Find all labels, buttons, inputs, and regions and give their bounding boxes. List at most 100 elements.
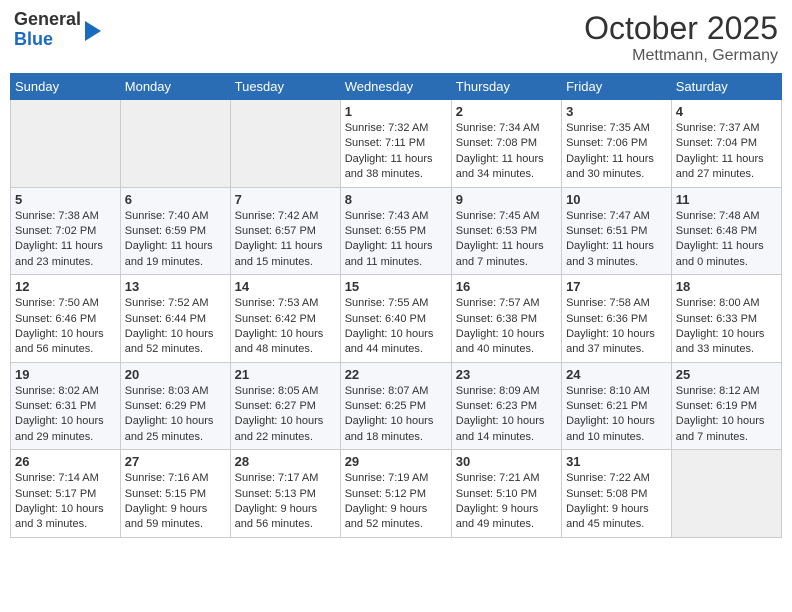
day-number: 8 <box>345 192 447 207</box>
calendar-cell: 1Sunrise: 7:32 AM Sunset: 7:11 PM Daylig… <box>340 100 451 188</box>
header-saturday: Saturday <box>671 74 781 100</box>
day-number: 15 <box>345 279 447 294</box>
calendar-table: SundayMondayTuesdayWednesdayThursdayFrid… <box>10 73 782 538</box>
calendar-cell: 11 Sunrise: 7:48 AM Sunset: 6:48 PM Dayli… <box>671 187 781 275</box>
header-thursday: Thursday <box>451 74 561 100</box>
day-info: Sunrise: 8:00 AM Sunset: 6:33 PM Dayligh… <box>676 296 777 358</box>
calendar-cell: 5Sunrise: 7:38 AM Sunset: 7:02 PM Daylig… <box>11 187 121 275</box>
calendar-week-row: 26 Sunrise: 7:14 AM Sunset: 5:17 PM Dayli… <box>11 450 782 538</box>
day-number: 17 <box>566 279 667 294</box>
day-number: 13 <box>125 279 226 294</box>
day-number: 24 <box>566 367 667 382</box>
day-info: Sunrise: 8:02 AM Sunset: 6:31 PM Dayligh… <box>15 384 116 446</box>
logo-general: General <box>14 9 81 29</box>
day-info: Sunrise: 7:58 AM Sunset: 6:36 PM Dayligh… <box>566 296 667 358</box>
calendar-cell <box>671 450 781 538</box>
day-info: Sunrise: 7:48 AM Sunset: 6:48 PM Dayligh… <box>676 209 777 271</box>
calendar-week-row: 19 Sunrise: 8:02 AM Sunset: 6:31 PM Dayli… <box>11 362 782 450</box>
calendar-cell: 9 Sunrise: 7:45 AM Sunset: 6:53 PM Daylig… <box>451 187 561 275</box>
day-number: 19 <box>15 367 116 382</box>
calendar-cell: 15 Sunrise: 7:55 AM Sunset: 6:40 PM Dayli… <box>340 275 451 363</box>
logo-blue: Blue <box>14 29 53 49</box>
day-number: 20 <box>125 367 226 382</box>
calendar-week-row: 1Sunrise: 7:32 AM Sunset: 7:11 PM Daylig… <box>11 100 782 188</box>
calendar-cell: 2 Sunrise: 7:34 AM Sunset: 7:08 PM Daylig… <box>451 100 561 188</box>
calendar-cell: 14 Sunrise: 7:53 AM Sunset: 6:42 PM Dayli… <box>230 275 340 363</box>
logo: General Blue <box>14 10 101 50</box>
title-block: October 2025 Mettmann, Germany <box>584 10 778 65</box>
calendar-cell: 18 Sunrise: 8:00 AM Sunset: 6:33 PM Dayli… <box>671 275 781 363</box>
calendar-cell: 12 Sunrise: 7:50 AM Sunset: 6:46 PM Dayli… <box>11 275 121 363</box>
calendar-header-row: SundayMondayTuesdayWednesdayThursdayFrid… <box>11 74 782 100</box>
day-info: Sunrise: 7:19 AM Sunset: 5:12 PM Dayligh… <box>345 471 447 533</box>
day-number: 12 <box>15 279 116 294</box>
calendar-cell: 25Sunrise: 8:12 AM Sunset: 6:19 PM Dayli… <box>671 362 781 450</box>
day-number: 14 <box>235 279 336 294</box>
calendar-week-row: 5Sunrise: 7:38 AM Sunset: 7:02 PM Daylig… <box>11 187 782 275</box>
day-info: Sunrise: 7:57 AM Sunset: 6:38 PM Dayligh… <box>456 296 557 358</box>
day-info: Sunrise: 7:17 AM Sunset: 5:13 PM Dayligh… <box>235 471 336 533</box>
calendar-week-row: 12 Sunrise: 7:50 AM Sunset: 6:46 PM Dayli… <box>11 275 782 363</box>
calendar-cell: 7Sunrise: 7:42 AM Sunset: 6:57 PM Daylig… <box>230 187 340 275</box>
calendar-cell <box>230 100 340 188</box>
calendar-cell: 17 Sunrise: 7:58 AM Sunset: 6:36 PM Dayli… <box>562 275 672 363</box>
calendar-cell: 30Sunrise: 7:21 AM Sunset: 5:10 PM Dayli… <box>451 450 561 538</box>
day-number: 29 <box>345 454 447 469</box>
day-number: 28 <box>235 454 336 469</box>
day-number: 16 <box>456 279 557 294</box>
day-info: Sunrise: 7:14 AM Sunset: 5:17 PM Dayligh… <box>15 471 116 533</box>
day-number: 5 <box>15 192 116 207</box>
day-info: Sunrise: 8:03 AM Sunset: 6:29 PM Dayligh… <box>125 384 226 446</box>
day-info: Sunrise: 8:05 AM Sunset: 6:27 PM Dayligh… <box>235 384 336 446</box>
day-number: 11 <box>676 192 777 207</box>
day-info: Sunrise: 8:09 AM Sunset: 6:23 PM Dayligh… <box>456 384 557 446</box>
day-info: Sunrise: 7:43 AM Sunset: 6:55 PM Dayligh… <box>345 209 447 271</box>
day-info: Sunrise: 8:07 AM Sunset: 6:25 PM Dayligh… <box>345 384 447 446</box>
day-info: Sunrise: 7:50 AM Sunset: 6:46 PM Dayligh… <box>15 296 116 358</box>
calendar-cell: 28 Sunrise: 7:17 AM Sunset: 5:13 PM Dayli… <box>230 450 340 538</box>
location-subtitle: Mettmann, Germany <box>584 47 778 65</box>
day-number: 3 <box>566 104 667 119</box>
day-info: Sunrise: 7:42 AM Sunset: 6:57 PM Dayligh… <box>235 209 336 271</box>
day-number: 2 <box>456 104 557 119</box>
day-info: Sunrise: 7:47 AM Sunset: 6:51 PM Dayligh… <box>566 209 667 271</box>
day-number: 18 <box>676 279 777 294</box>
day-number: 1 <box>345 104 447 119</box>
day-info: Sunrise: 7:34 AM Sunset: 7:08 PM Dayligh… <box>456 121 557 183</box>
calendar-cell: 3 Sunrise: 7:35 AM Sunset: 7:06 PM Daylig… <box>562 100 672 188</box>
day-info: Sunrise: 7:52 AM Sunset: 6:44 PM Dayligh… <box>125 296 226 358</box>
day-number: 4 <box>676 104 777 119</box>
day-info: Sunrise: 8:10 AM Sunset: 6:21 PM Dayligh… <box>566 384 667 446</box>
calendar-cell: 23Sunrise: 8:09 AM Sunset: 6:23 PM Dayli… <box>451 362 561 450</box>
logo-text: General Blue <box>14 10 81 50</box>
calendar-cell: 20 Sunrise: 8:03 AM Sunset: 6:29 PM Dayli… <box>120 362 230 450</box>
day-info: Sunrise: 7:22 AM Sunset: 5:08 PM Dayligh… <box>566 471 667 533</box>
calendar-cell: 26 Sunrise: 7:14 AM Sunset: 5:17 PM Dayli… <box>11 450 121 538</box>
day-number: 10 <box>566 192 667 207</box>
day-info: Sunrise: 7:21 AM Sunset: 5:10 PM Dayligh… <box>456 471 557 533</box>
header-monday: Monday <box>120 74 230 100</box>
day-info: Sunrise: 7:45 AM Sunset: 6:53 PM Dayligh… <box>456 209 557 271</box>
day-number: 21 <box>235 367 336 382</box>
calendar-cell: 31Sunrise: 7:22 AM Sunset: 5:08 PM Dayli… <box>562 450 672 538</box>
day-number: 6 <box>125 192 226 207</box>
calendar-cell: 19 Sunrise: 8:02 AM Sunset: 6:31 PM Dayli… <box>11 362 121 450</box>
day-number: 27 <box>125 454 226 469</box>
day-info: Sunrise: 7:35 AM Sunset: 7:06 PM Dayligh… <box>566 121 667 183</box>
calendar-cell <box>120 100 230 188</box>
calendar-cell: 22Sunrise: 8:07 AM Sunset: 6:25 PM Dayli… <box>340 362 451 450</box>
day-info: Sunrise: 7:37 AM Sunset: 7:04 PM Dayligh… <box>676 121 777 183</box>
logo-arrow-icon <box>85 21 101 41</box>
month-year-title: October 2025 <box>584 10 778 47</box>
day-info: Sunrise: 7:40 AM Sunset: 6:59 PM Dayligh… <box>125 209 226 271</box>
page-header: General Blue October 2025 Mettmann, Germ… <box>10 10 782 65</box>
header-sunday: Sunday <box>11 74 121 100</box>
day-info: Sunrise: 7:55 AM Sunset: 6:40 PM Dayligh… <box>345 296 447 358</box>
day-info: Sunrise: 8:12 AM Sunset: 6:19 PM Dayligh… <box>676 384 777 446</box>
calendar-cell: 13 Sunrise: 7:52 AM Sunset: 6:44 PM Dayli… <box>120 275 230 363</box>
day-info: Sunrise: 7:53 AM Sunset: 6:42 PM Dayligh… <box>235 296 336 358</box>
calendar-cell <box>11 100 121 188</box>
day-number: 26 <box>15 454 116 469</box>
day-number: 9 <box>456 192 557 207</box>
calendar-cell: 21 Sunrise: 8:05 AM Sunset: 6:27 PM Dayli… <box>230 362 340 450</box>
